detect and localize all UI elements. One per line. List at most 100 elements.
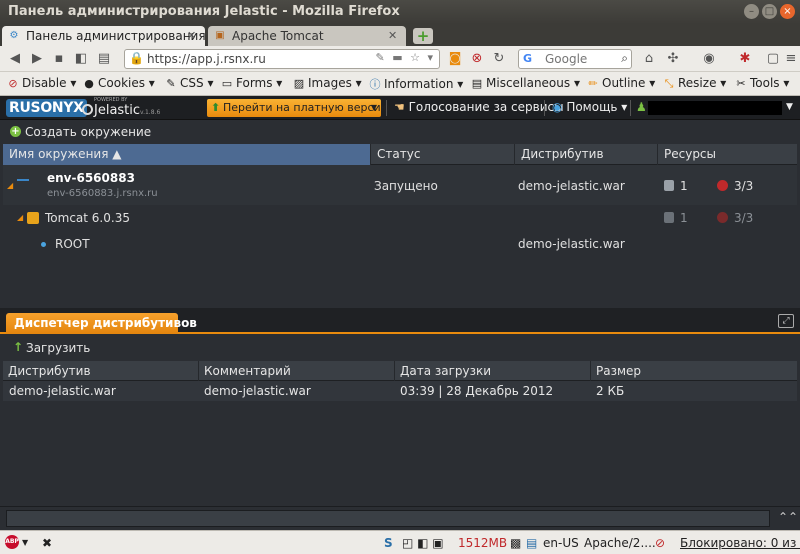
dev-css-menu[interactable]: ✎ CSS ▾ [164, 76, 213, 90]
information-icon: ⓘ [369, 78, 381, 91]
upload-bar: ↑ Загрузить [0, 336, 800, 360]
home-icon[interactable]: ⌂ [640, 50, 658, 68]
tab-apache-tomcat[interactable]: ▣ Apache Tomcat ✕ [208, 26, 406, 46]
bookmark-toolbar-icon[interactable]: ▪ [50, 50, 68, 68]
expand-panel-icon[interactable]: ⌃⌃ [778, 510, 798, 524]
env-status: Запущено [374, 179, 438, 193]
maximize-button[interactable]: □ [762, 4, 777, 19]
deployment-manager-tab[interactable]: Диспетчер дистрибутивов [6, 313, 197, 334]
env-domain[interactable]: env-6560883.j.rsnx.ru [47, 188, 158, 199]
jelastic-logo-icon [82, 104, 93, 115]
tab-admin-panel[interactable]: ⚙ Панель администрирования ✕ [2, 26, 205, 46]
tomcat-favicon-icon: ▣ [215, 30, 225, 41]
bookmarklet-icon[interactable]: ✱ [736, 50, 754, 68]
column-upload-date[interactable]: Дата загрузки [395, 361, 591, 381]
divider [386, 100, 387, 116]
locale[interactable]: en-US [543, 536, 579, 550]
search-icon[interactable]: ⌕ [621, 51, 628, 66]
adblock-icon[interactable]: ⊗ [468, 50, 486, 68]
url-text: https://app.j.rsnx.ru [147, 52, 266, 66]
deploy-date: 03:39 | 28 Декабрь 2012 [400, 384, 554, 398]
console-field[interactable] [6, 510, 770, 527]
dev-tools-menu[interactable]: ✂ Tools ▾ [734, 76, 789, 90]
server-name: Tomcat 6.0.35 [45, 211, 130, 225]
dev-information-menu[interactable]: ⓘ Information ▾ [368, 76, 464, 92]
search-box[interactable]: G ⌕ [518, 49, 632, 69]
dev-resize-menu[interactable]: ⤡ Resize ▾ [662, 76, 727, 91]
close-icon[interactable]: ✖ [42, 536, 52, 550]
adblock-plus-icon[interactable]: ABP [5, 535, 19, 549]
context-row[interactable]: ROOT demo-jelastic.war [3, 231, 797, 257]
dev-forms-menu[interactable]: ▭ Forms ▾ [220, 76, 283, 90]
env-cloudlets: 3/3 [717, 179, 753, 193]
table-row[interactable]: demo-jelastic.war demo-jelastic.war 03:3… [3, 381, 797, 401]
new-tab-button[interactable]: + [413, 28, 433, 44]
close-window-button[interactable]: × [780, 4, 795, 19]
skype-icon[interactable]: S [384, 536, 393, 550]
column-resources[interactable]: Ресурсы [658, 144, 797, 165]
dev-disable-menu[interactable]: ⊘ Disable ▾ [6, 76, 76, 90]
column-comment[interactable]: Комментарий [199, 361, 395, 381]
close-tab-icon[interactable]: ✕ [187, 29, 199, 42]
server-cloudlets: 3/3 [717, 211, 753, 225]
url-addon-icons[interactable]: ✎ ▬ ☆ ▾ [376, 51, 435, 64]
url-bar[interactable]: 🔒 https://app.j.rsnx.ru ✎ ▬ ☆ ▾ [124, 49, 440, 69]
help-menu[interactable]: ◉ Помощь ▾ [552, 100, 627, 114]
user-menu-chevron-icon[interactable]: ▼ [786, 102, 793, 112]
node-icon [664, 180, 674, 191]
environment-row[interactable]: ◢ env-6560883 env-6560883.j.rsnx.ru Запу… [3, 165, 797, 205]
tab-bar: ⚙ Панель администрирования ✕ ▣ Apache To… [0, 24, 800, 46]
outline-icon: ✏ [588, 77, 598, 90]
server-resources: 1 [664, 211, 688, 225]
collapse-triangle-icon[interactable]: ◢ [17, 213, 23, 222]
forward-icon[interactable]: ▶ [28, 50, 46, 68]
network-icon [17, 178, 29, 192]
column-status[interactable]: Статус [371, 144, 515, 165]
rss-icon[interactable]: ◙ [446, 50, 464, 68]
user-account-redacted[interactable] [648, 101, 782, 115]
column-file[interactable]: Дистрибутив [3, 361, 199, 381]
counter-icon[interactable]: ▢ [764, 50, 782, 68]
maximize-panel-icon[interactable]: ⤢ [778, 314, 794, 328]
rusonyx-logo: RUSONYX [6, 99, 87, 117]
tab-label: Apache Tomcat [232, 29, 324, 43]
sidebar-icon[interactable]: ◧ [72, 50, 90, 68]
arrow-up-icon: ⬆ [211, 101, 221, 114]
popup-blocker-icon[interactable]: ⊘ [655, 536, 665, 550]
collapse-triangle-icon[interactable]: ◢ [7, 181, 13, 190]
column-env-name[interactable]: Имя окружения ▲ [3, 144, 371, 165]
create-environment-button[interactable]: Создать окружение [25, 125, 151, 139]
vote-menu[interactable]: ☚ Голосование за сервисы [394, 100, 564, 114]
history-icon[interactable]: ▤ [95, 50, 113, 68]
menu-icon[interactable]: ≡ [782, 50, 800, 68]
resize-icon: ⤡ [664, 77, 674, 90]
chevron-down-icon: ▼ [370, 103, 377, 112]
search-input[interactable] [545, 51, 615, 67]
addon-icon[interactable]: ▩ [510, 536, 521, 550]
node-icon [664, 212, 674, 223]
tools-icon[interactable]: ✣ [664, 50, 682, 68]
column-size[interactable]: Размер [591, 361, 797, 381]
upgrade-label: Перейти на платную версию [223, 101, 390, 114]
dev-images-menu[interactable]: ▨ Images ▾ [292, 76, 362, 90]
favicon-icon: ⚙ [9, 30, 19, 41]
chevron-down-icon[interactable]: ▼ [22, 538, 28, 547]
dev-cookies-menu[interactable]: ● Cookies ▾ [82, 76, 155, 90]
reload-icon[interactable]: ↻ [490, 50, 508, 68]
dev-outline-menu[interactable]: ✏ Outline ▾ [586, 76, 655, 90]
server-row[interactable]: ◢ Tomcat 6.0.35 1 3/3 [3, 205, 797, 231]
cloudlet-icon [717, 180, 728, 191]
column-distribution[interactable]: Дистрибутив [515, 144, 658, 165]
close-tab-icon[interactable]: ✕ [388, 29, 400, 42]
back-icon[interactable]: ◀ [6, 50, 24, 68]
blocked-count[interactable]: Блокировано: 0 из 1 [680, 536, 800, 550]
addon-icon[interactable]: ◉ [700, 50, 718, 68]
minimize-button[interactable]: – [744, 4, 759, 19]
env-name: env-6560883 [47, 171, 135, 185]
upload-button[interactable]: Загрузить [26, 341, 90, 355]
dev-miscellaneous-menu[interactable]: ▤ Miscellaneous ▾ [470, 76, 580, 90]
divider [630, 100, 631, 116]
upgrade-button[interactable]: ⬆ Перейти на платную версию ▼ [207, 99, 390, 117]
server-info[interactable]: Apache/2.... [584, 536, 656, 550]
addon-bar-icons[interactable]: ◰ ◧ ▣ [402, 536, 444, 550]
